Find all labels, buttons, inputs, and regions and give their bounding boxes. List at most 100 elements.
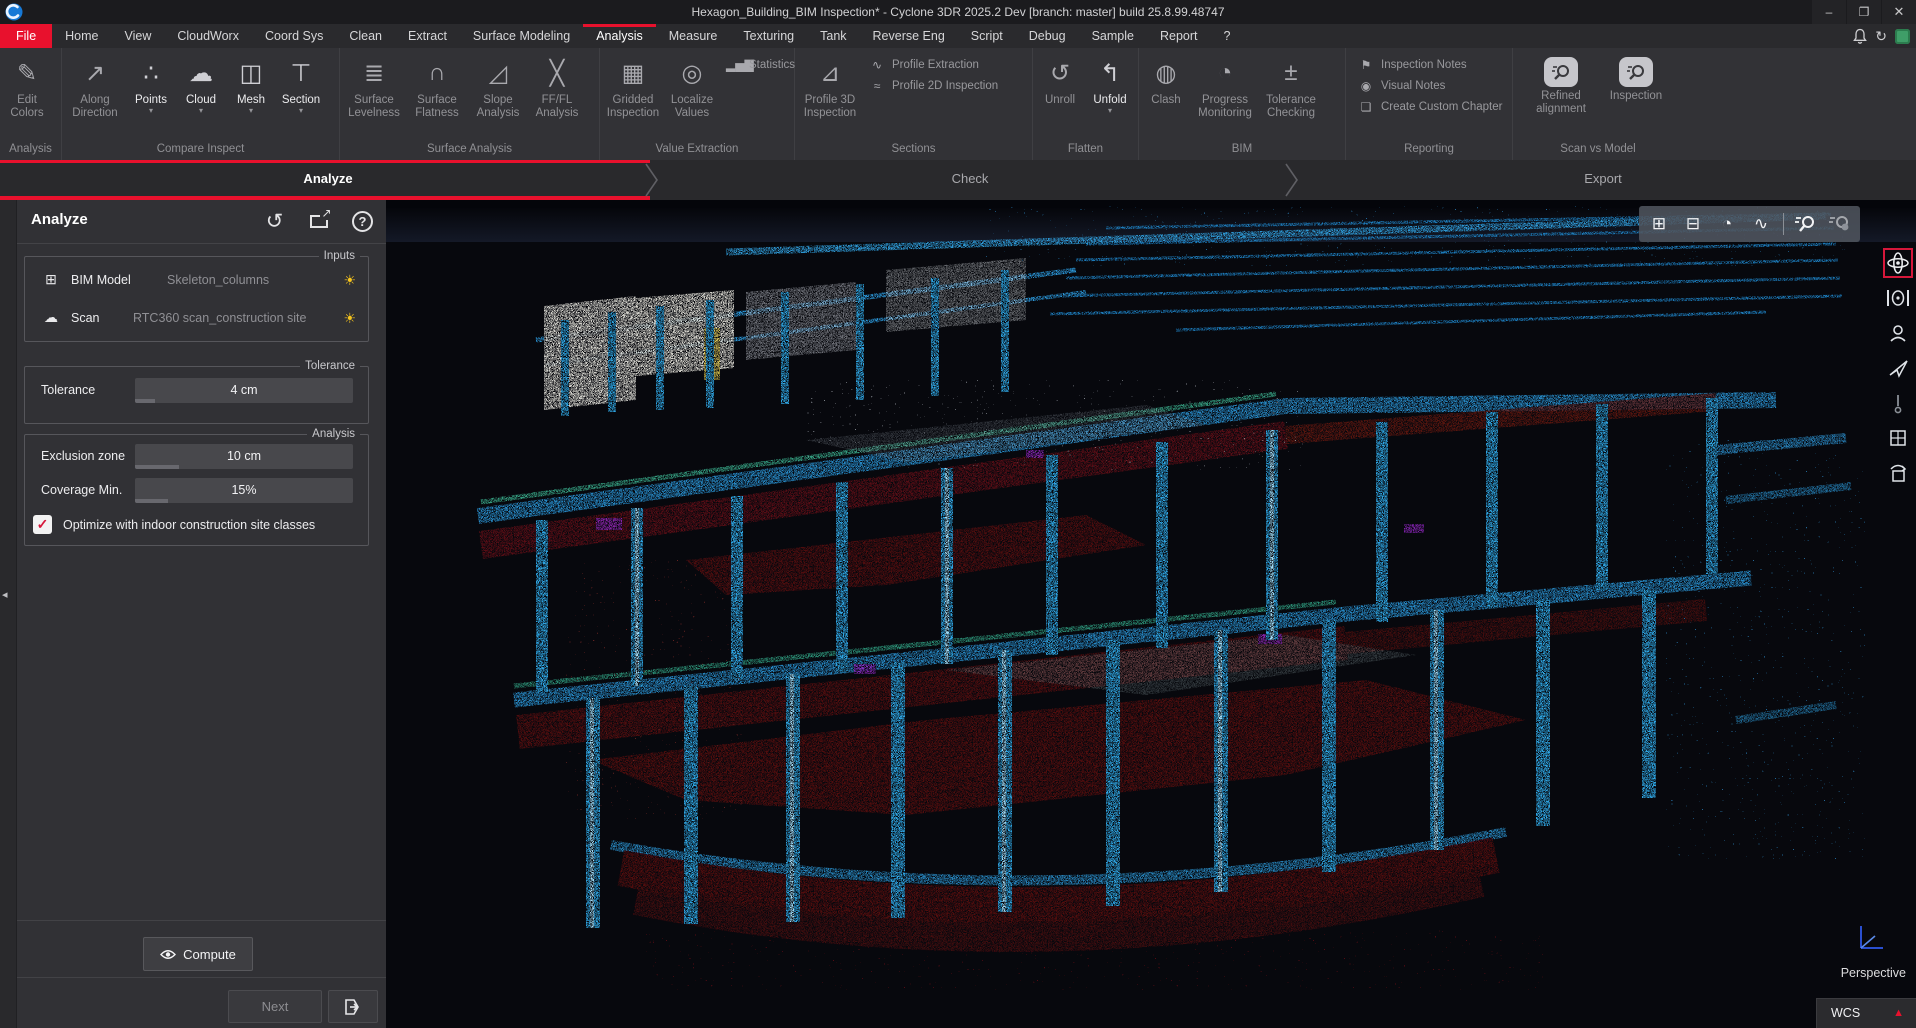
- cloud-balance-icon: ☁: [189, 52, 213, 94]
- compare-points-button[interactable]: ∴ Points ▾: [126, 50, 176, 140]
- workflow-step-check[interactable]: Check: [952, 160, 989, 196]
- menu-item-debug[interactable]: Debug: [1016, 24, 1079, 48]
- reset-button[interactable]: ↺: [261, 208, 288, 235]
- refined-alignment-quick-icon[interactable]: [1794, 214, 1818, 234]
- compare-mesh-button[interactable]: ◫ Mesh ▾: [226, 50, 276, 140]
- menu-item-script[interactable]: Script: [958, 24, 1016, 48]
- coordinate-system-bar[interactable]: WCS ▲: [1816, 998, 1916, 1028]
- menu-item-tank[interactable]: Tank: [807, 24, 859, 48]
- compute-button[interactable]: Compute: [143, 937, 253, 971]
- remote-support-icon[interactable]: [1895, 29, 1910, 44]
- clash-button[interactable]: ◍ Clash: [1141, 50, 1191, 140]
- scan-model-inspection-icon: [1619, 57, 1653, 87]
- refined-alignment-button[interactable]: Refined alignment: [1530, 50, 1592, 140]
- menu-item-extract[interactable]: Extract: [395, 24, 460, 48]
- minimize-button[interactable]: –: [1812, 0, 1846, 24]
- localize-values-button[interactable]: ◎ Localize Values: [664, 50, 720, 140]
- create-custom-chapter-button[interactable]: ❏ Create Custom Chapter: [1358, 100, 1502, 114]
- panel-collapse-strip[interactable]: ◂: [0, 200, 17, 1028]
- profile-extraction-button[interactable]: ∿ Profile Extraction: [869, 58, 998, 72]
- compare-section-button[interactable]: ⊤ Section ▾: [276, 50, 326, 140]
- group-label-value-extraction: Value Extraction: [600, 140, 794, 160]
- orbit-mode-button[interactable]: [1883, 248, 1913, 278]
- fffl-analysis-button[interactable]: ╳ FF/FL Analysis: [528, 50, 586, 140]
- visibility-sun-icon[interactable]: ☀: [343, 272, 356, 289]
- inspection-quick-icon[interactable]: [1828, 214, 1852, 234]
- chevron-down-icon[interactable]: ▾: [299, 107, 303, 117]
- restore-button[interactable]: ❐: [1847, 0, 1881, 24]
- menu-item-coord-sys[interactable]: Coord Sys: [252, 24, 336, 48]
- examine-view-button[interactable]: [1883, 318, 1913, 348]
- projection-label[interactable]: Perspective: [1841, 966, 1906, 980]
- tolerance-input[interactable]: 4 cm: [135, 378, 353, 403]
- profile-2d-inspection-button[interactable]: ≈ Profile 2D Inspection: [869, 79, 998, 93]
- sync-icon[interactable]: ↻: [1875, 24, 1887, 48]
- visibility-sun-icon[interactable]: ☀: [343, 310, 356, 327]
- workflow-step-analyze[interactable]: Analyze: [303, 160, 352, 196]
- next-button[interactable]: Next: [228, 990, 322, 1023]
- chevron-down-icon[interactable]: ▾: [1108, 107, 1112, 117]
- menu-item-clean[interactable]: Clean: [336, 24, 395, 48]
- menu-item-view[interactable]: View: [112, 24, 165, 48]
- compare-cloud-button[interactable]: ☁ Cloud ▾: [176, 50, 226, 140]
- ribbon-group-scan-vs-model: Refined alignment Inspection Scan vs Mod…: [1513, 48, 1683, 160]
- inspection-notes-button[interactable]: ⚑ Inspection Notes: [1358, 58, 1502, 72]
- menu-item-surface-modeling[interactable]: Surface Modeling: [460, 24, 583, 48]
- visual-notes-button[interactable]: ◉ Visual Notes: [1358, 79, 1502, 93]
- measure-remove-icon[interactable]: ⊟: [1681, 214, 1705, 234]
- apply-close-button[interactable]: [328, 990, 378, 1023]
- fit-view-button[interactable]: [1883, 283, 1913, 313]
- close-button[interactable]: ✕: [1882, 0, 1916, 24]
- menu-item-home[interactable]: Home: [52, 24, 111, 48]
- progress-monitoring-button[interactable]: ◔ Progress Monitoring: [1191, 50, 1259, 140]
- optimize-checkbox-label[interactable]: Optimize with indoor construction site c…: [63, 518, 315, 532]
- coverage-min-input[interactable]: 15%: [135, 478, 353, 503]
- menu-item-file[interactable]: File: [0, 24, 52, 48]
- coordinate-system-label[interactable]: WCS: [1831, 1006, 1860, 1020]
- station-view-button[interactable]: [1883, 388, 1913, 418]
- chevron-down-icon[interactable]: ▾: [149, 107, 153, 117]
- exclusion-zone-input[interactable]: 10 cm: [135, 444, 353, 469]
- profile-3d-inspection-button[interactable]: ⊿ Profile 3D Inspection: [797, 50, 863, 140]
- help-button[interactable]: ?: [349, 208, 376, 235]
- statistics-button[interactable]: ▂▅▇ Statistics: [726, 58, 795, 72]
- viewport-3d[interactable]: ⊞ ⊟ ◔ ∿: [386, 200, 1916, 1028]
- detach-panel-button[interactable]: [305, 208, 332, 235]
- gridded-inspection-button[interactable]: ▦ Gridded Inspection: [602, 50, 664, 140]
- workflow-step-export[interactable]: Export: [1584, 160, 1622, 196]
- chevron-down-icon[interactable]: ▾: [249, 107, 253, 117]
- menu-item-help[interactable]: ?: [1211, 24, 1244, 48]
- menu-item-cloudworx[interactable]: CloudWorx: [164, 24, 252, 48]
- menu-item-report[interactable]: Report: [1147, 24, 1211, 48]
- menu-item-measure[interactable]: Measure: [656, 24, 731, 48]
- scan-model-inspection-button[interactable]: Inspection: [1606, 50, 1666, 140]
- menu-item-reverse-eng[interactable]: Reverse Eng: [860, 24, 958, 48]
- surface-levelness-button[interactable]: ≣ Surface Levelness: [342, 50, 406, 140]
- unroll-button[interactable]: ↺ Unroll: [1035, 50, 1085, 140]
- cs-expand-caret-icon[interactable]: ▲: [1893, 1007, 1904, 1019]
- unfold-button[interactable]: ↰ Unfold ▾: [1085, 50, 1135, 140]
- surface-flatness-button[interactable]: ∩ Surface Flatness: [406, 50, 468, 140]
- chapter-tag-icon: ❏: [1358, 100, 1374, 114]
- measure-add-icon[interactable]: ⊞: [1647, 214, 1671, 234]
- notifications-bell-icon[interactable]: [1853, 28, 1867, 44]
- bar-chart-icon: ▂▅▇: [726, 58, 742, 72]
- fly-mode-button[interactable]: [1883, 353, 1913, 383]
- tolerance-checking-button[interactable]: ± Tolerance Checking: [1259, 50, 1323, 140]
- bim-model-value[interactable]: Skeleton_columns: [167, 273, 269, 287]
- tolerance-fill: [135, 399, 155, 403]
- along-direction-button[interactable]: ↗ Along Direction: [64, 50, 126, 140]
- edit-colors-button[interactable]: ✎ Edit Colors: [2, 50, 52, 140]
- angle-measure-icon[interactable]: ◔: [1715, 214, 1739, 234]
- menu-item-texturing[interactable]: Texturing: [730, 24, 807, 48]
- scan-value[interactable]: RTC360 scan_construction site: [133, 311, 306, 325]
- chevron-down-icon[interactable]: ▾: [199, 107, 203, 117]
- optimize-checkbox[interactable]: ✓: [33, 515, 52, 534]
- angle-profile-icon[interactable]: ∿: [1749, 214, 1773, 234]
- slope-analysis-button[interactable]: ◿ Slope Analysis: [468, 50, 528, 140]
- collapse-arrow-icon[interactable]: ◂: [2, 588, 8, 601]
- ortho-grid-button[interactable]: [1883, 423, 1913, 453]
- rotate-cube-button[interactable]: [1883, 458, 1913, 488]
- menu-item-sample[interactable]: Sample: [1079, 24, 1147, 48]
- menu-item-analysis[interactable]: Analysis: [583, 24, 656, 48]
